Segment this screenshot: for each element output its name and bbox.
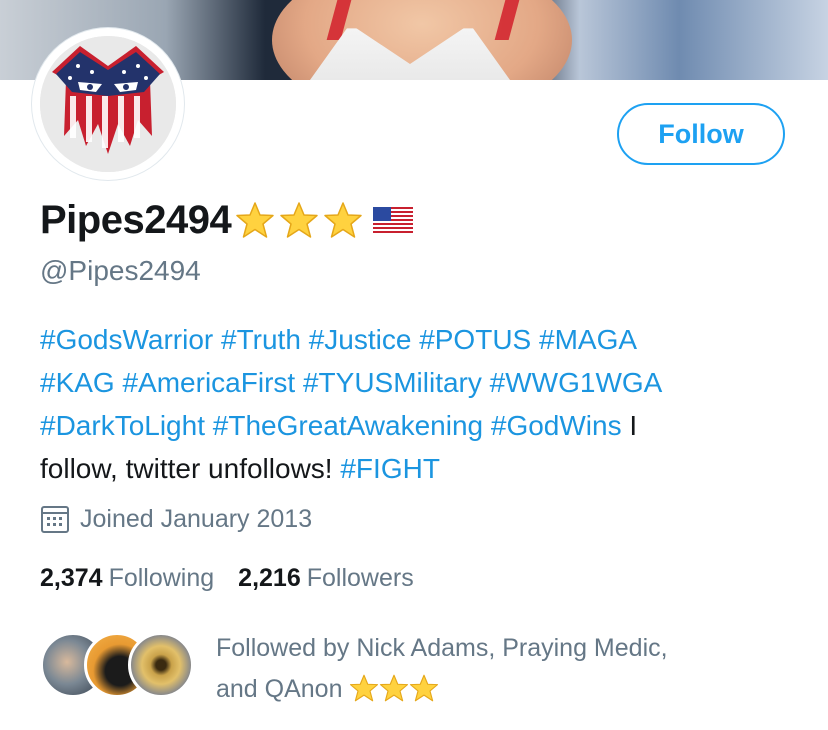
hashtag-link[interactable]: #DarkToLight — [40, 410, 205, 441]
star-emoji-icon — [410, 674, 439, 702]
profile-handle: @Pipes2494 — [40, 255, 201, 286]
calendar-icon — [41, 506, 69, 533]
bio-line: follow, twitter unfollows! #FIGHT — [40, 447, 800, 490]
follow-stats: 2,374 Following 2,216 Followers — [40, 564, 414, 593]
bio-line: #GodsWarrior #Truth #Justice #POTUS #MAG… — [40, 318, 800, 361]
star-emoji-icon — [236, 202, 274, 238]
display-name: Pipes2494 — [40, 197, 232, 242]
followed-by-text: Followed by Nick Adams, Praying Medic, a… — [216, 628, 668, 710]
bio-text: follow, twitter unfollows! — [40, 453, 333, 484]
hashtag-link[interactable]: #Truth — [221, 324, 301, 355]
followers-label: Followers — [306, 564, 414, 592]
us-flag-emoji-icon — [373, 207, 414, 233]
hashtag-link[interactable]: #GodsWarrior — [40, 324, 213, 355]
profile-bio: #GodsWarrior #Truth #Justice #POTUS #MAG… — [40, 318, 800, 490]
hashtag-link[interactable]: #MAGA — [539, 324, 637, 355]
star-emoji-icon — [380, 674, 409, 702]
hashtag-link[interactable]: #TYUSMilitary — [303, 367, 482, 398]
hashtag-link[interactable]: #FIGHT — [340, 453, 440, 484]
star-emoji-icon — [350, 674, 379, 702]
hashtag-link[interactable]: #Justice — [309, 324, 412, 355]
profile-avatar[interactable] — [32, 28, 184, 180]
follower-avatar[interactable] — [128, 632, 194, 698]
hashtag-link[interactable]: #WWG1WGA — [490, 367, 663, 398]
joined-date: Joined January 2013 — [40, 504, 312, 534]
followed-by-line-end: and QAnon — [216, 675, 343, 703]
joined-text: Joined January 2013 — [80, 504, 313, 533]
followed-by-line: and QAnon — [216, 669, 668, 710]
avatar-image — [40, 36, 176, 172]
followers-stat[interactable]: 2,216 Followers — [238, 564, 414, 593]
star-emoji-icon — [280, 202, 318, 238]
following-stat[interactable]: 2,374 Following — [40, 564, 214, 593]
hashtag-link[interactable]: #POTUS — [419, 324, 531, 355]
hashtag-link[interactable]: #KAG — [40, 367, 115, 398]
star-emoji-icon — [324, 202, 362, 238]
followed-by-section[interactable]: Followed by Nick Adams, Praying Medic, a… — [40, 624, 800, 714]
hashtag-link[interactable]: #GodWins — [491, 410, 622, 441]
bio-line: #DarkToLight #TheGreatAwakening #GodWins… — [40, 404, 800, 447]
followers-count: 2,216 — [238, 564, 301, 592]
bio-text: I — [629, 410, 638, 441]
avatar-logo-icon — [40, 36, 176, 172]
followed-by-line: Followed by Nick Adams, Praying Medic, — [216, 634, 668, 662]
follow-button[interactable]: Follow — [617, 103, 785, 165]
hashtag-link[interactable]: #AmericaFirst — [122, 367, 295, 398]
following-label: Following — [108, 564, 215, 592]
bio-line: #KAG #AmericaFirst #TYUSMilitary #WWG1WG… — [40, 361, 800, 404]
hashtag-link[interactable]: #TheGreatAwakening — [213, 410, 483, 441]
following-count: 2,374 — [40, 564, 103, 592]
profile-name-row: Pipes2494 — [40, 196, 414, 244]
